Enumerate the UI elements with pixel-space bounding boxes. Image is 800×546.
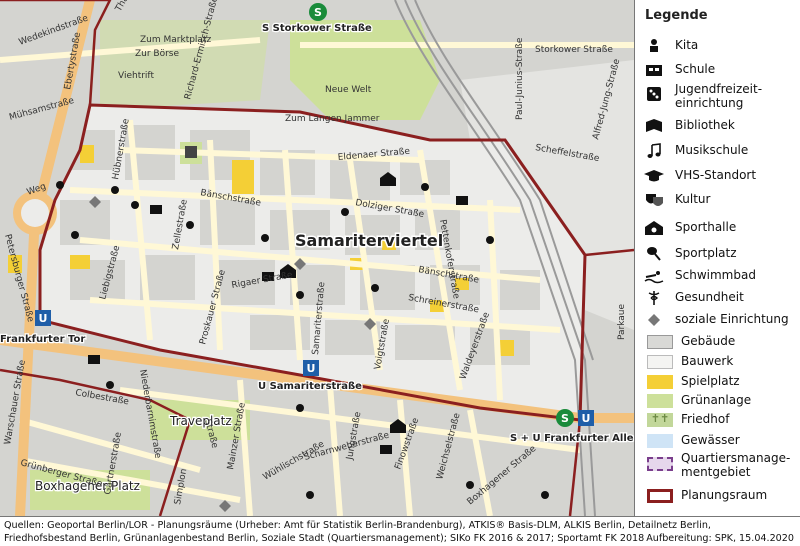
school-icon	[646, 65, 662, 76]
swatch-building	[647, 335, 673, 349]
station-label-storkower: S Storkower Straße	[262, 23, 372, 34]
ubahn-frankfurter-allee-glyph: U	[582, 412, 591, 425]
youth-center-icon	[647, 87, 661, 101]
kita-icon	[186, 221, 194, 229]
legend-label: VHS-Standort	[675, 168, 757, 182]
legend-label: Bibliothek	[675, 118, 735, 132]
kita-icon	[371, 284, 379, 292]
legend-label: Schule	[675, 62, 716, 76]
school-icon	[456, 196, 468, 205]
street-label-viehtrift: Viehtrift	[118, 71, 154, 81]
legend-label: Gewässer	[681, 433, 740, 447]
kita-icon	[261, 234, 269, 242]
map-canvas: S U U S U Samariterviertel S Storkower S…	[0, 0, 634, 516]
street-label-zur-boerse: Zur Börse	[135, 49, 180, 59]
kita-icon	[341, 208, 349, 216]
school-icon	[380, 445, 392, 454]
station-label-frankfurter-allee: S + U Frankfurter Allee	[510, 433, 634, 444]
graduation-cap-icon	[644, 170, 664, 182]
legend-label: Jugendfreizeit- einrichtung	[675, 82, 763, 110]
legend-label: Kita	[675, 38, 699, 52]
prepared-text: Aufbereitung: SPK, 15.04.2020	[646, 533, 794, 544]
place-label-traveplatz: Traveplatz	[169, 414, 232, 428]
street-label-storkower: Storkower Straße	[535, 45, 613, 55]
diamond-icon	[648, 314, 660, 326]
legend-label: soziale Einrichtung	[675, 312, 789, 326]
station-label-samariterstrasse: U Samariterstraße	[258, 381, 362, 392]
legend-label: Gebäude	[681, 334, 736, 348]
street-label-parkaue: Parkaue	[617, 303, 627, 340]
school-icon	[150, 205, 162, 214]
legend-label: Quartiersmanage- mentgebiet	[681, 451, 791, 479]
map-svg: S U U S U Samariterviertel S Storkower S…	[0, 0, 634, 516]
swatch-structure	[647, 355, 673, 369]
kita-icon	[131, 201, 139, 209]
kita-icon	[486, 236, 494, 244]
sbahn-storkower-glyph: S	[314, 6, 322, 19]
swatch-water	[647, 434, 673, 448]
street-label-neue-welt: Neue Welt	[325, 85, 372, 95]
theater-masks-icon	[646, 194, 663, 206]
school-icon	[88, 355, 100, 364]
legend-label: Schwimmbad	[675, 268, 756, 282]
swatch-plan	[647, 489, 673, 503]
kita-icon	[306, 491, 314, 499]
legend-item-jugendfreizeit: Jugendfreizeit- einrichtung	[643, 82, 799, 112]
ubahn-samariterstrasse-glyph: U	[307, 362, 316, 375]
legend-label: Bauwerk	[681, 354, 734, 368]
legend-label: Friedhof	[681, 412, 730, 426]
area-label: Samariterviertel	[295, 231, 443, 250]
legend-label: Sporthalle	[675, 220, 737, 234]
youth-center-icon	[185, 146, 197, 158]
legend-panel: Legende Kita Schule Jugendfreizeit- einr…	[634, 0, 800, 516]
legend-label: Planungsraum	[681, 488, 768, 502]
sports-hall-icon	[645, 221, 663, 235]
legend-label: Grünanlage	[681, 393, 752, 407]
street-label-zum-langen-jammer: Zum Langen Jammer	[285, 114, 380, 124]
roundabout-center	[21, 199, 49, 227]
legend-label: Musikschule	[675, 143, 749, 157]
music-note-icon	[647, 143, 661, 158]
street-label-paul-junius: Paul-Junius-Straße	[515, 37, 525, 120]
legend-label: Sportplatz	[675, 246, 737, 260]
map-figure: S U U S U Samariterviertel S Storkower S…	[0, 0, 800, 546]
legend-item-quartiersmanagement: Quartiersmanage- mentgebiet	[643, 451, 799, 481]
kita-icon	[111, 186, 119, 194]
swatch-qm	[647, 457, 673, 471]
kita-icon	[541, 491, 549, 499]
station-label-frankfurter-tor: Frankfurter Tor	[0, 334, 85, 345]
swatch-green	[647, 394, 673, 408]
legend-label: Kultur	[675, 192, 711, 206]
kita-icon	[106, 381, 114, 389]
legend-title: Legende	[645, 8, 708, 23]
kita-icon	[466, 481, 474, 489]
footer: Quellen: Geoportal Berlin/LOR - Planungs…	[0, 516, 800, 546]
swimmer-icon	[644, 271, 664, 284]
legend-label: Gesundheit	[675, 290, 744, 304]
kita-icon	[421, 183, 429, 191]
tennis-racket-icon	[647, 247, 661, 261]
ubahn-frankfurter-tor-glyph: U	[39, 312, 48, 325]
swatch-playground	[647, 375, 673, 389]
caduceus-icon	[648, 291, 660, 305]
kita-icon	[296, 404, 304, 412]
kita-icon	[296, 291, 304, 299]
kita-icon	[56, 181, 64, 189]
kita-icon	[650, 39, 658, 52]
legend-label: Spielplatz	[681, 374, 740, 388]
library-icon	[646, 119, 662, 132]
kita-icon	[71, 231, 79, 239]
sbahn-frankfurter-allee-glyph: S	[561, 412, 569, 425]
swatch-cemetery: ✝✝	[647, 413, 673, 427]
